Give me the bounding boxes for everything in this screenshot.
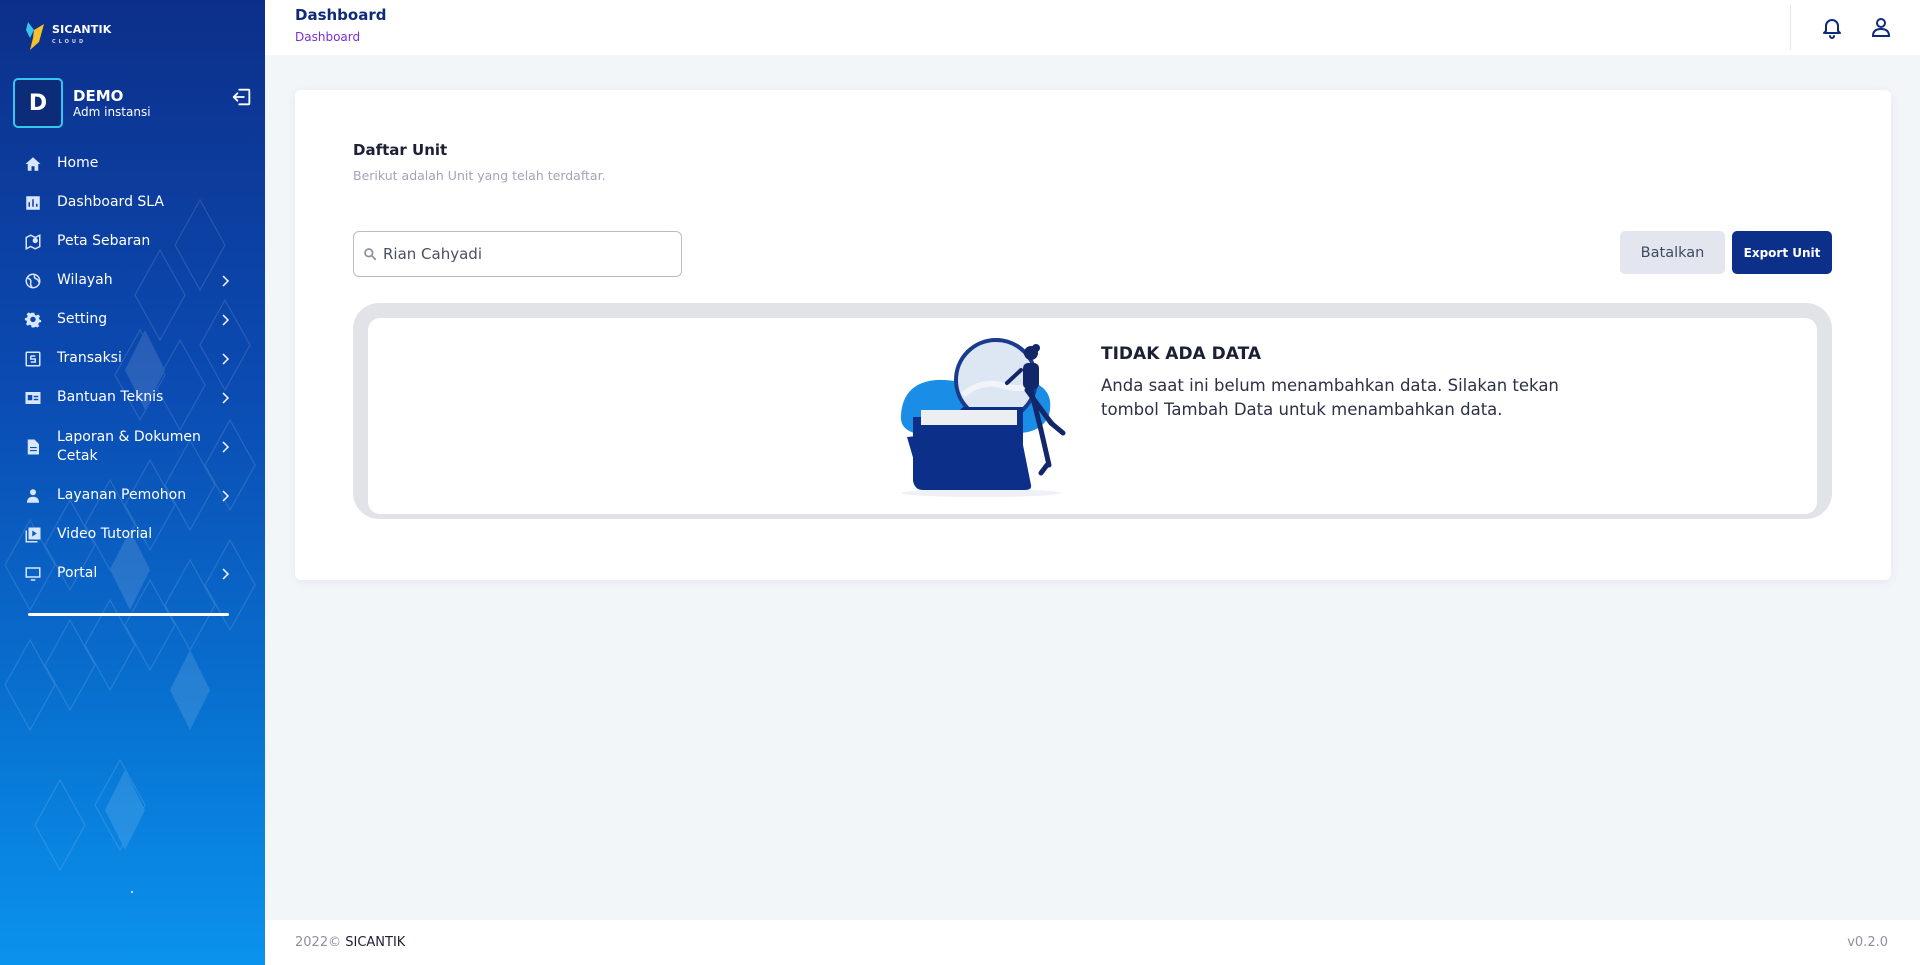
sidebar-dot xyxy=(131,891,133,893)
chevron-right-icon xyxy=(222,391,230,404)
page-title: Dashboard xyxy=(295,6,387,24)
video-icon xyxy=(25,527,41,542)
sidebar-item-label: Layanan Pemohon xyxy=(57,487,187,503)
gear-icon xyxy=(24,311,42,328)
footer-brand[interactable]: SICANTIK xyxy=(345,935,405,950)
globe-icon xyxy=(25,273,41,288)
sidebar-item-dashboard-sla[interactable]: Dashboard SLA xyxy=(0,183,265,222)
sidebar-divider xyxy=(28,613,229,616)
sidebar-item-home[interactable]: Home xyxy=(0,144,265,183)
receipt-icon xyxy=(25,351,41,366)
map-icon xyxy=(25,233,41,250)
sidebar-item-setting[interactable]: Setting xyxy=(0,300,265,339)
chevron-right-icon xyxy=(222,313,230,326)
sidebar-item-laporan-dokumen-cetak[interactable]: Laporan & Dokumen Cetak xyxy=(0,417,265,476)
sidebar-item-label: Bantuan Teknis xyxy=(57,389,164,405)
sidebar-item-label: Portal xyxy=(57,565,98,581)
chevron-right-icon xyxy=(222,489,230,502)
sidebar-item-peta-sebaran[interactable]: Peta Sebaran xyxy=(0,222,265,261)
search-box xyxy=(353,231,682,277)
logo-text: SICANTIK CLOUD xyxy=(52,24,112,48)
footer-copyright: 2022© SICANTIK xyxy=(295,935,405,950)
sidebar-item-portal[interactable]: Portal xyxy=(0,554,265,593)
user-account-icon[interactable] xyxy=(1869,15,1893,39)
footer: 2022© SICANTIK v0.2.0 xyxy=(265,920,1920,965)
footer-year: 2022© xyxy=(295,935,342,950)
empty-folder-illustration xyxy=(900,338,1066,497)
empty-state-container: TIDAK ADA DATA Anda saat ini belum menam… xyxy=(353,303,1832,519)
profile-info: DEMO Adm instansi xyxy=(73,87,151,119)
user-profile: D DEMO Adm instansi xyxy=(13,78,253,128)
sidebar-item-label: Peta Sebaran xyxy=(57,233,151,249)
avatar[interactable]: D xyxy=(13,78,63,128)
sidebar-item-wilayah[interactable]: Wilayah xyxy=(0,261,265,300)
empty-state-title: TIDAK ADA DATA xyxy=(1101,344,1262,364)
profile-name: DEMO xyxy=(73,87,124,105)
search-input[interactable] xyxy=(383,245,673,263)
app-logo[interactable]: SICANTIK CLOUD xyxy=(24,20,112,52)
sidebar-item-label: Dashboard SLA xyxy=(57,194,164,210)
logo-title: SICANTIK xyxy=(52,23,112,36)
sidebar-item-label: Video Tutorial xyxy=(57,526,153,542)
empty-state-message: Anda saat ini belum menambahkan data. Si… xyxy=(1101,376,1559,419)
home-icon xyxy=(25,156,41,171)
sidebar-item-bantuan-teknis[interactable]: Bantuan Teknis xyxy=(0,378,265,417)
topbar-divider xyxy=(1790,5,1791,50)
card-title: Daftar Unit xyxy=(353,141,448,159)
chart-icon xyxy=(26,195,40,210)
profile-role: Adm instansi xyxy=(73,105,151,119)
sidebar-item-video-tutorial[interactable]: Video Tutorial xyxy=(0,515,265,554)
sidebar-item-label: Laporan & Dokumen Cetak xyxy=(57,428,201,464)
sidebar: SICANTIK CLOUD D DEMO Adm instansi Home … xyxy=(0,0,265,965)
logo-mark-icon xyxy=(26,22,44,50)
chevron-right-icon xyxy=(222,567,230,580)
document-icon xyxy=(27,439,39,454)
chevron-right-icon xyxy=(222,440,230,453)
chevron-right-icon xyxy=(222,274,230,287)
sidebar-item-layanan-pemohon[interactable]: Layanan Pemohon xyxy=(0,476,265,515)
monitor-icon xyxy=(25,566,41,581)
empty-state-panel: TIDAK ADA DATA Anda saat ini belum menam… xyxy=(368,318,1817,514)
card-subtitle: Berikut adalah Unit yang telah terdaftar… xyxy=(353,168,606,183)
id-card-icon xyxy=(25,391,41,404)
logout-icon[interactable] xyxy=(231,86,253,108)
logo-subtitle: CLOUD xyxy=(52,39,87,45)
topbar: Dashboard Dashboard xyxy=(265,0,1920,55)
search-icon xyxy=(364,248,377,261)
chevron-right-icon xyxy=(222,352,230,365)
export-unit-button[interactable]: Export Unit xyxy=(1732,231,1832,274)
sidebar-menu: Home Dashboard SLA Peta Sebaran Wilayah … xyxy=(0,144,265,593)
sidebar-item-label: Transaksi xyxy=(57,350,122,366)
sidebar-item-label: Wilayah xyxy=(57,272,113,288)
breadcrumb[interactable]: Dashboard xyxy=(295,30,360,44)
sidebar-item-transaksi[interactable]: Transaksi xyxy=(0,339,265,378)
bell-icon[interactable] xyxy=(1820,15,1844,39)
app-version: v0.2.0 xyxy=(1847,935,1888,950)
sidebar-item-label: Setting xyxy=(57,311,108,327)
user-icon xyxy=(27,488,39,503)
unit-list-card: Daftar Unit Berikut adalah Unit yang tel… xyxy=(295,90,1891,580)
sidebar-item-label: Home xyxy=(57,155,99,171)
cancel-button[interactable]: Batalkan xyxy=(1620,231,1725,274)
